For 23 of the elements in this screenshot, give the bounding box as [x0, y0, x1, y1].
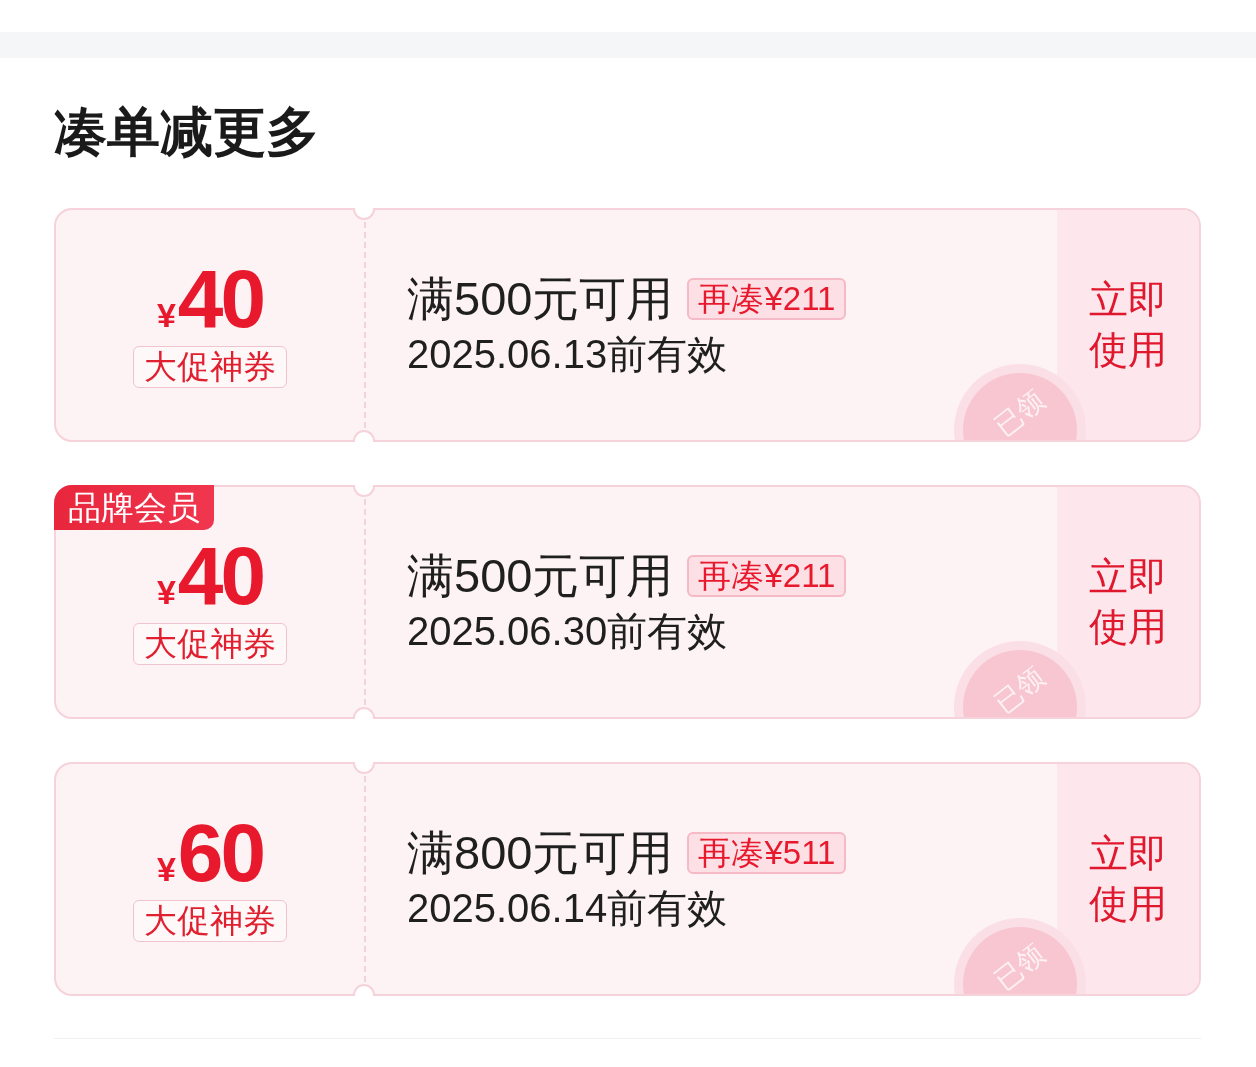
currency-symbol: ¥	[156, 849, 176, 889]
coupon-tag: 大促神券	[133, 623, 287, 665]
section-title: 凑单减更多	[54, 101, 320, 163]
member-badge: 品牌会员	[54, 485, 214, 530]
coupon-tag: 大促神券	[133, 900, 287, 942]
currency-symbol: ¥	[156, 295, 176, 335]
use-now-button[interactable]: 立即使用	[1057, 210, 1199, 440]
top-up-tag: 再凑¥511	[687, 832, 847, 874]
top-up-tag: 再凑¥211	[687, 278, 847, 320]
expiry-date: 2025.06.13前有效	[407, 331, 729, 377]
condition-text: 满800元可用	[407, 827, 674, 879]
use-now-button[interactable]: 立即使用	[1057, 764, 1199, 994]
expiry-date: 2025.06.14前有效	[407, 885, 729, 931]
use-now-button[interactable]: 立即使用	[1057, 487, 1199, 717]
expiry-date: 2025.06.30前有效	[407, 608, 729, 654]
coupon-amount: 40	[177, 262, 264, 336]
coupon-amount: 60	[177, 816, 264, 890]
coupon-amount: 40	[177, 539, 264, 613]
condition-text: 满500元可用	[407, 273, 674, 325]
currency-symbol: ¥	[156, 572, 176, 612]
condition-text: 满500元可用	[407, 550, 674, 602]
top-up-tag: 再凑¥211	[687, 555, 847, 597]
coupon-tag: 大促神券	[133, 346, 287, 388]
